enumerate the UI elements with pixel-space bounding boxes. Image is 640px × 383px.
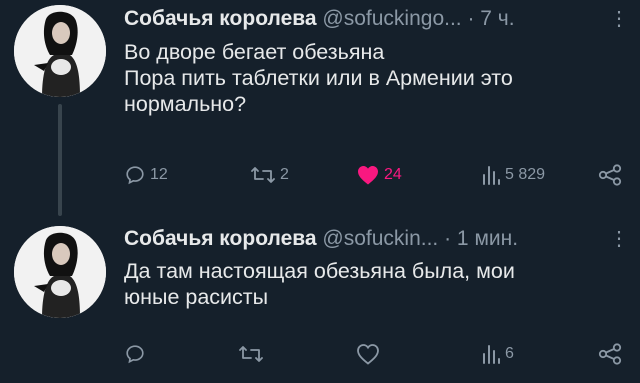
share-button[interactable] — [598, 161, 622, 189]
user-handle[interactable]: @sofuckin... — [322, 227, 438, 250]
share-icon — [598, 343, 622, 365]
tweet-text-line: юные расисты — [124, 285, 269, 309]
views-button[interactable]: 6 — [481, 340, 514, 368]
retweet-icon — [238, 343, 264, 365]
tweet-text-line: Да там настоящая обезьяна была, мои — [124, 259, 515, 283]
like-button[interactable] — [356, 340, 380, 368]
retweet-icon — [250, 164, 276, 186]
avatar[interactable] — [14, 226, 106, 318]
like-button[interactable]: 24 — [356, 161, 402, 189]
user-handle[interactable]: @sofuckingo... — [322, 7, 461, 30]
tweet-header: Собачья королева @sofuckin... · 1 мин. — [124, 227, 518, 251]
share-button[interactable] — [598, 340, 622, 368]
tweet-text-line: нормально? — [124, 92, 247, 116]
display-name[interactable]: Собачья королева — [124, 227, 317, 250]
tweet-text-line: Во дворе бегает обезьяна — [124, 40, 385, 64]
views-button[interactable]: 5 829 — [481, 161, 545, 189]
views-icon — [481, 343, 501, 365]
reply-button[interactable]: 12 — [124, 161, 168, 189]
tweet-text: Во дворе бегает обезьяна Пора пить табле… — [124, 39, 624, 117]
timestamp[interactable]: · 7 ч. — [467, 7, 514, 30]
avatar[interactable] — [14, 5, 106, 97]
views-icon — [481, 164, 501, 186]
like-icon — [356, 343, 380, 365]
tweet-text: Да там настоящая обезьяна была, мои юные… — [124, 258, 624, 310]
more-icon[interactable]: ⋮ — [609, 9, 629, 29]
thread-line — [58, 104, 62, 216]
display-name[interactable]: Собачья королева — [124, 7, 317, 30]
reply-button[interactable] — [124, 340, 146, 368]
like-icon — [356, 164, 380, 186]
action-bar: 6 — [124, 340, 624, 368]
tweet-text-line: Пора пить таблетки или в Армении это — [124, 66, 513, 90]
tweet-header: Собачья королева @sofuckingo... · 7 ч. — [124, 7, 515, 31]
share-icon — [598, 164, 622, 186]
reply-icon — [124, 343, 146, 365]
reply-count: 12 — [150, 166, 168, 183]
timestamp[interactable]: · 1 мин. — [444, 227, 518, 250]
reply-icon — [124, 164, 146, 186]
views-count: 5 829 — [505, 166, 546, 183]
retweet-button[interactable] — [238, 340, 264, 368]
like-count: 24 — [384, 166, 402, 183]
views-count: 6 — [505, 345, 514, 362]
more-icon[interactable]: ⋮ — [609, 229, 629, 249]
retweet-button[interactable]: 2 — [250, 161, 289, 189]
retweet-count: 2 — [280, 166, 289, 183]
action-bar: 12 2 24 5 829 — [124, 161, 624, 189]
